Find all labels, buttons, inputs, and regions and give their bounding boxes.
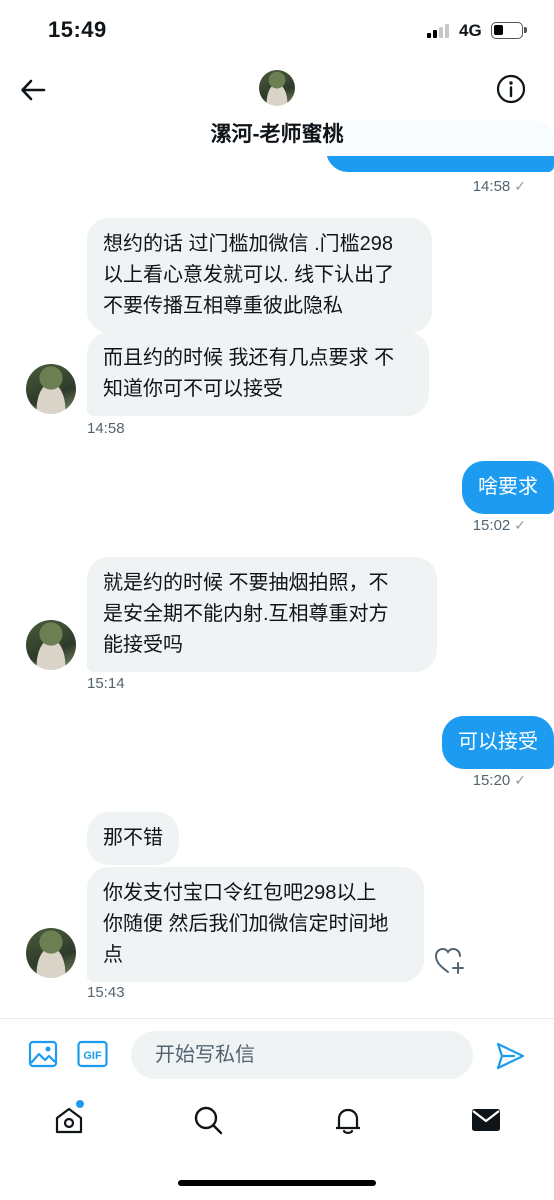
- message-timestamp: 15:02 ✓: [472, 517, 526, 534]
- message-text: 可以接受: [458, 731, 538, 753]
- incoming-message-bubble[interactable]: 而且约的时候 我还有几点要求 不 知道你可不可以接受: [87, 332, 429, 416]
- notifications-icon[interactable]: [332, 1104, 364, 1136]
- contact-avatar[interactable]: [26, 364, 76, 414]
- home-indicator: [178, 1180, 376, 1186]
- status-time: 15:49: [48, 17, 107, 42]
- battery-icon: [491, 22, 527, 39]
- add-reaction-heart-icon[interactable]: [434, 946, 466, 976]
- info-icon[interactable]: [496, 74, 526, 104]
- message-line: 不要传播互相尊重彼此隐私: [103, 295, 343, 317]
- message-line: 就是约的时候 不要抽烟拍照，不: [103, 572, 389, 594]
- message-input[interactable]: [131, 1031, 473, 1079]
- bottom-tab-bar: [0, 1092, 554, 1200]
- message-timestamp: 14:58 ✓: [472, 178, 526, 195]
- message-line: 你发支付宝口令红包吧298以上: [103, 882, 377, 904]
- send-icon[interactable]: [494, 1040, 526, 1072]
- message-timestamp: 15:20 ✓: [472, 772, 526, 789]
- message-line: 是安全期不能内射.互相尊重对方: [103, 603, 389, 625]
- sent-check-icon: ✓: [514, 517, 526, 533]
- message-timestamp: 15:14: [87, 675, 125, 692]
- messages-icon[interactable]: [470, 1104, 502, 1136]
- outgoing-message-bubble[interactable]: 可以接受: [442, 716, 554, 769]
- gif-icon[interactable]: GIF: [77, 1039, 108, 1069]
- message-line: 以上看心意发就可以. 线下认出了: [103, 264, 395, 286]
- incoming-message-bubble[interactable]: 就是约的时候 不要抽烟拍照，不 是安全期不能内射.互相尊重对方 能接受吗: [87, 557, 437, 672]
- message-timestamp: 14:58: [87, 420, 125, 437]
- message-line: 而且约的时候 我还有几点要求 不: [103, 347, 395, 369]
- message-line: 想约的话 过门槛加微信 .门槛298: [103, 233, 394, 255]
- cellular-signal-icon: [427, 24, 453, 38]
- message-text: 啥要求: [478, 476, 538, 498]
- search-icon[interactable]: [192, 1104, 224, 1136]
- svg-text:GIF: GIF: [83, 1050, 102, 1062]
- incoming-message-bubble[interactable]: 那不错: [87, 812, 179, 865]
- back-arrow-icon[interactable]: [18, 74, 50, 106]
- message-timestamp: 15:43: [87, 984, 125, 1001]
- message-line: 能接受吗: [103, 634, 183, 656]
- home-icon[interactable]: [53, 1104, 85, 1136]
- network-type: 4G: [459, 21, 482, 40]
- sent-check-icon: ✓: [514, 772, 526, 788]
- image-icon[interactable]: [28, 1039, 58, 1069]
- contact-name[interactable]: 漯河-老师蜜桃: [0, 118, 554, 148]
- message-line: 知道你可不可以接受: [103, 378, 283, 400]
- contact-avatar[interactable]: [26, 620, 76, 670]
- sent-check-icon: ✓: [514, 178, 526, 194]
- message-text: 那不错: [103, 827, 163, 849]
- contact-avatar[interactable]: [26, 928, 76, 978]
- outgoing-message-bubble[interactable]: 啥要求: [462, 461, 554, 514]
- message-composer: GIF: [0, 1018, 554, 1092]
- status-bar: 15:49 4G: [0, 0, 554, 60]
- header-contact-avatar[interactable]: [259, 70, 295, 106]
- message-line: 点: [103, 944, 123, 966]
- home-notification-dot: [76, 1100, 84, 1108]
- incoming-message-bubble[interactable]: 想约的话 过门槛加微信 .门槛298 以上看心意发就可以. 线下认出了 不要传播…: [87, 218, 432, 333]
- conversation-header: 漯河-老师蜜桃: [0, 60, 554, 156]
- incoming-message-bubble[interactable]: 你发支付宝口令红包吧298以上 你随便 然后我们加微信定时间地 点: [87, 867, 424, 982]
- message-line: 你随便 然后我们加微信定时间地: [103, 913, 389, 935]
